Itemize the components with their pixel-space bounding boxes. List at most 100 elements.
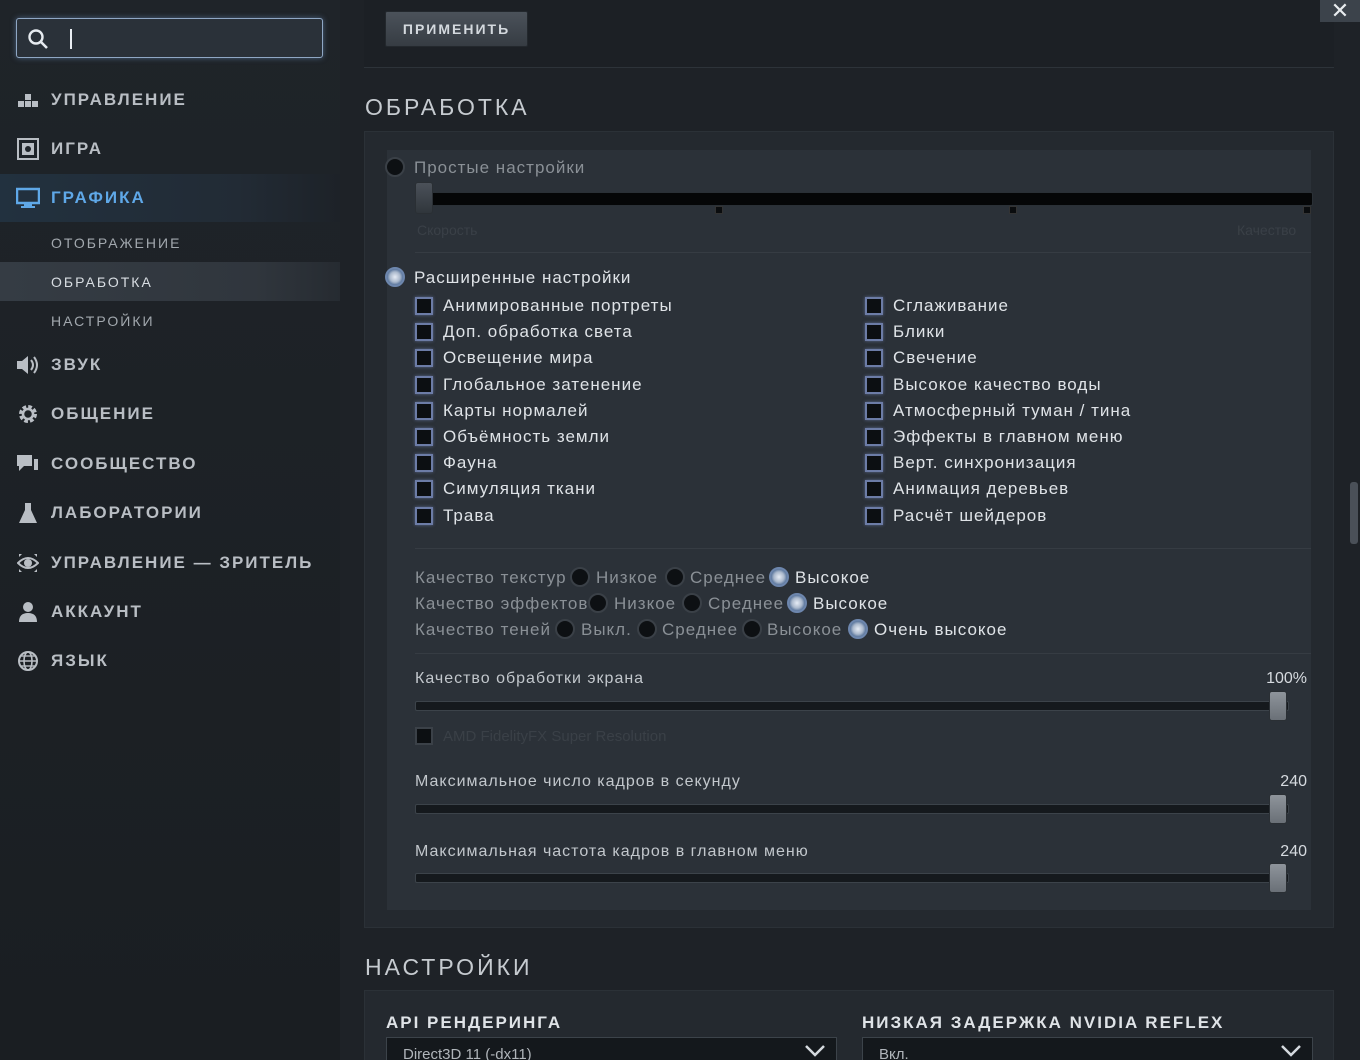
main-content: ПРИМЕНИТЬ ОБРАБОТКА Простые настройки Ск… [340, 0, 1360, 1060]
option-checkbox[interactable] [865, 480, 883, 499]
slider-notch [715, 206, 723, 214]
monitor-icon [16, 186, 40, 210]
sidebar-item-controls[interactable]: УПРАВЛЕНИЕ [0, 76, 340, 124]
effects-high-radio[interactable] [787, 593, 807, 613]
texture-low-label: Низкое [596, 568, 659, 587]
option-checkbox[interactable] [865, 401, 883, 420]
option-checkbox[interactable] [415, 401, 433, 420]
reflex-dropdown[interactable]: Вкл. [862, 1037, 1313, 1060]
simple-quality-slider[interactable] [415, 192, 1313, 206]
max-fps-thumb[interactable] [1269, 794, 1287, 824]
reflex-value: Вкл. [879, 1046, 909, 1060]
chat-icon [16, 452, 40, 476]
option-label: Освещение мира [443, 348, 594, 368]
sidebar-item-social[interactable]: ОБЩЕНИЕ [0, 390, 340, 438]
section-title-processing: ОБРАБОТКА [365, 94, 530, 120]
option-label: Анимация деревьев [893, 479, 1070, 499]
screen-quality-label: Качество обработки экрана [415, 670, 645, 687]
search-box[interactable] [16, 18, 323, 58]
max-fps-label: Максимальное число кадров в секунду [415, 773, 741, 790]
option-checkbox[interactable] [415, 480, 433, 499]
option-checkbox[interactable] [865, 297, 883, 315]
sidebar-item-label: СООБЩЕСТВО [51, 454, 198, 473]
max-menu-fps-slider[interactable] [415, 873, 1289, 883]
advanced-settings-label: Расширенные настройки [414, 268, 632, 287]
sidebar-subitem-display[interactable]: ОТОБРАЖЕНИЕ [0, 223, 340, 262]
option-checkbox[interactable] [865, 323, 883, 342]
sidebar-item-game[interactable]: ИГРА [0, 125, 340, 173]
simple-quality-thumb[interactable] [415, 182, 433, 214]
option-checkbox[interactable] [865, 454, 883, 473]
sidebar-item-label: УПРАВЛЕНИЕ — ЗРИТЕЛЬ [51, 553, 314, 572]
option-label: Блики [893, 322, 946, 342]
fsr-label: AMD FidelityFX Super Resolution [443, 728, 667, 745]
effects-quality-label: Качество эффектов [415, 594, 589, 613]
settings-panel: API РЕНДЕРИНГА Direct3D 11 (-dx11) НИЗКА… [364, 990, 1334, 1060]
sidebar-item-community[interactable]: СООБЩЕСТВО [0, 440, 340, 488]
fsr-checkbox[interactable] [415, 727, 433, 745]
search-icon [28, 29, 48, 49]
sidebar-item-label: ОБЩЕНИЕ [51, 404, 155, 423]
option-checkbox[interactable] [415, 454, 433, 473]
screen-quality-thumb[interactable] [1269, 691, 1287, 721]
apply-button[interactable]: ПРИМЕНИТЬ [385, 11, 528, 47]
sidebar-item-spectator[interactable]: УПРАВЛЕНИЕ — ЗРИТЕЛЬ [0, 539, 340, 587]
sidebar-subitem-label: ОТОБРАЖЕНИЕ [51, 234, 182, 251]
sidebar-subitem-settings[interactable]: НАСТРОЙКИ [0, 301, 340, 340]
texture-low-radio[interactable] [570, 567, 590, 587]
option-checkbox[interactable] [865, 506, 883, 525]
processing-inner: Простые настройки Скорость Качество Расш… [385, 150, 1313, 910]
advanced-settings-radio[interactable] [385, 267, 405, 287]
shadow-off-radio[interactable] [555, 619, 575, 639]
close-button[interactable]: ✕ [1320, 0, 1360, 23]
shadow-medium-radio[interactable] [637, 619, 657, 639]
max-fps-value: 240 [1280, 773, 1307, 790]
option-checkbox[interactable] [865, 349, 883, 368]
option-label: Атмосферный туман / тина [893, 400, 1132, 420]
gear-icon [16, 402, 40, 426]
shadow-very-high-radio[interactable] [848, 619, 868, 639]
divider [415, 252, 1311, 253]
option-label: Сглаживание [893, 296, 1009, 315]
sidebar-item-labs[interactable]: ЛАБОРАТОРИИ [0, 489, 340, 537]
effects-low-label: Низкое [614, 594, 677, 613]
shadow-high-label: Высокое [767, 620, 843, 639]
texture-high-radio[interactable] [769, 567, 789, 587]
max-menu-fps-thumb[interactable] [1269, 863, 1287, 893]
effects-low-radio[interactable] [588, 593, 608, 613]
texture-medium-radio[interactable] [665, 567, 685, 587]
sidebar: УПРАВЛЕНИЕ ИГРА ГРАФИКА ОТОБРАЖЕНИЕ ОБРА… [0, 0, 340, 1060]
sidebar-item-label: ЛАБОРАТОРИИ [51, 503, 203, 522]
sidebar-item-language[interactable]: ЯЗЫК [0, 637, 340, 685]
option-checkbox[interactable] [415, 375, 433, 394]
sidebar-item-graphics[interactable]: ГРАФИКА [0, 174, 340, 222]
simple-settings-radio[interactable] [385, 157, 405, 177]
screen-quality-slider[interactable] [415, 701, 1289, 711]
option-checkbox[interactable] [415, 297, 433, 315]
effects-high-label: Высокое [813, 594, 889, 613]
option-checkbox[interactable] [415, 323, 433, 342]
option-checkbox[interactable] [415, 506, 433, 525]
option-checkbox[interactable] [415, 428, 433, 446]
effects-medium-radio[interactable] [682, 593, 702, 613]
flask-icon [16, 501, 40, 525]
api-dropdown[interactable]: Direct3D 11 (-dx11) [386, 1037, 837, 1060]
option-checkbox[interactable] [865, 375, 883, 394]
user-icon [16, 600, 40, 624]
speed-label: Скорость [417, 222, 478, 238]
option-checkbox[interactable] [865, 428, 883, 446]
sidebar-item-label: АККАУНТ [51, 602, 143, 621]
simple-settings-label: Простые настройки [414, 158, 586, 177]
sidebar-item-account[interactable]: АККАУНТ [0, 588, 340, 636]
chevron-down-icon [1281, 1045, 1301, 1057]
sidebar-item-sound[interactable]: ЗВУК [0, 341, 340, 389]
scrollbar[interactable] [1350, 482, 1358, 544]
eye-icon [16, 551, 40, 575]
option-checkbox[interactable] [415, 349, 433, 368]
game-icon [16, 137, 40, 161]
shadow-high-radio[interactable] [742, 619, 762, 639]
max-fps-slider[interactable] [415, 804, 1289, 814]
sidebar-subitem-processing[interactable]: ОБРАБОТКА [0, 262, 340, 301]
sidebar-subitem-label: НАСТРОЙКИ [51, 312, 155, 329]
api-value: Direct3D 11 (-dx11) [403, 1046, 532, 1060]
